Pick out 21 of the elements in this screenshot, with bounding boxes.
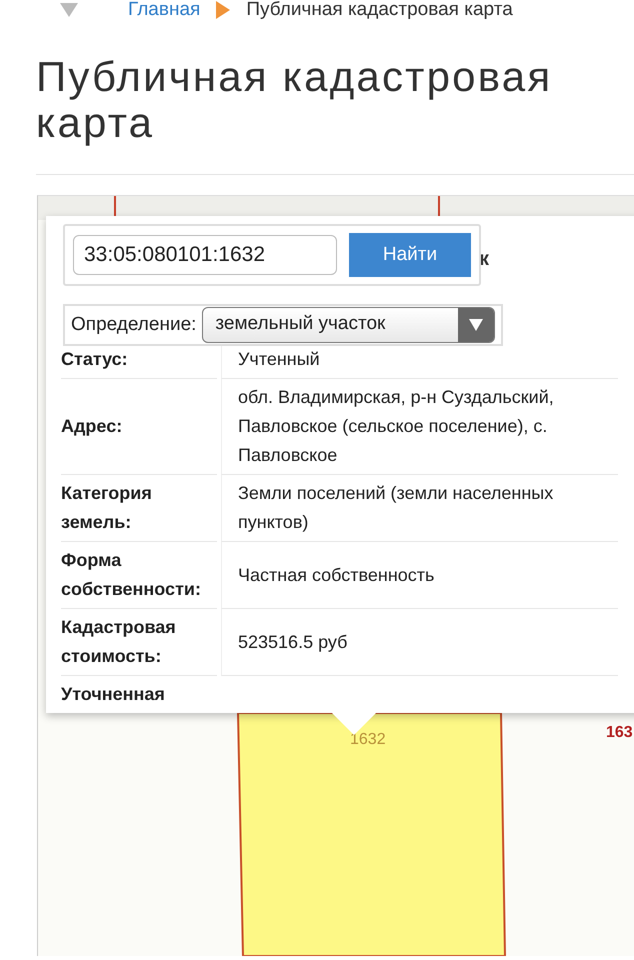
- definition-label: Определение:: [71, 314, 196, 336]
- breadcrumb-current: Публичная кадастровая карта: [246, 0, 513, 21]
- breadcrumb-link[interactable]: Главная: [128, 0, 200, 21]
- property-value: 523516.5 руб: [221, 609, 618, 676]
- find-button[interactable]: Найти: [349, 233, 471, 277]
- search-field[interactable]: 33:05:080101:1632: [73, 235, 337, 275]
- property-value: Частная собственность: [221, 542, 618, 609]
- property-value: обл. Владимирская, р-н Суздальский, Павловское (сельское поселение), с. Павловское: [221, 379, 618, 475]
- definition-select[interactable]: земельный участок: [202, 307, 495, 343]
- property-label: Категория земель:: [61, 475, 217, 542]
- dropdown-icon: [469, 319, 483, 331]
- parcel-number: 163: [606, 724, 633, 742]
- property-label: Форма собственности:: [61, 542, 217, 609]
- parcel-number: 1632: [350, 731, 386, 749]
- property-label: Уточненная: [61, 676, 217, 713]
- page-title: Публичная кадастровая карта: [36, 54, 554, 146]
- property-value: Земли поселений (земли населенных пунктов): [221, 475, 618, 542]
- property-label: Адрес:: [61, 379, 217, 475]
- chevron-icon: [216, 1, 230, 19]
- caret-icon: [60, 3, 78, 17]
- property-label: Кадастровая стоимость:: [61, 609, 217, 676]
